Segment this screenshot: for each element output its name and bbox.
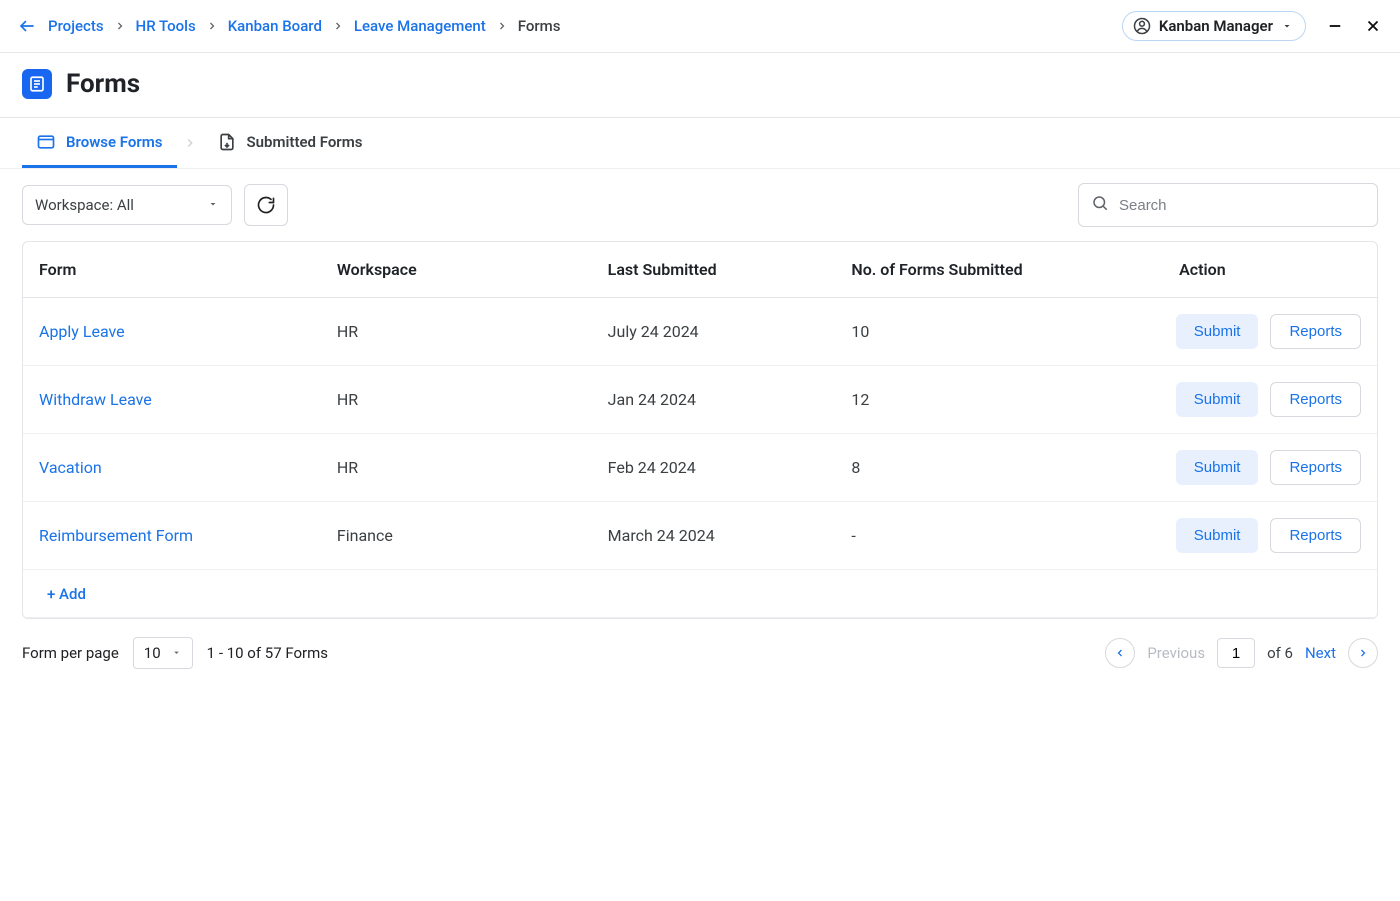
breadcrumb-hr-tools[interactable]: HR Tools	[136, 17, 196, 35]
cell-last-submitted: Jan 24 2024	[592, 366, 836, 434]
search-input[interactable]	[1119, 197, 1365, 214]
chevron-right-icon	[206, 20, 218, 32]
cell-count: 12	[835, 366, 1079, 434]
breadcrumb: Projects HR Tools Kanban Board Leave Man…	[18, 17, 560, 35]
breadcrumb-projects[interactable]: Projects	[48, 17, 104, 35]
page-input[interactable]	[1217, 638, 1255, 668]
chevron-right-icon	[177, 136, 203, 150]
range-text: 1 - 10 of 57 Forms	[207, 644, 328, 662]
tab-browse-forms[interactable]: Browse Forms	[22, 118, 177, 168]
tab-label: Submitted Forms	[247, 133, 363, 151]
submitted-icon	[217, 132, 237, 152]
breadcrumb-kanban-board[interactable]: Kanban Board	[228, 17, 322, 35]
tab-submitted-forms[interactable]: Submitted Forms	[203, 118, 377, 168]
chevron-right-icon	[332, 20, 344, 32]
submit-button[interactable]: Submit	[1176, 518, 1259, 553]
th-form: Form	[23, 242, 321, 298]
browse-icon	[36, 132, 56, 152]
table-row: Withdraw Leave HR Jan 24 2024 12 Submit …	[23, 366, 1377, 434]
caret-down-icon	[171, 644, 182, 662]
table-row: Vacation HR Feb 24 2024 8 Submit Reports	[23, 434, 1377, 502]
breadcrumb-leave-management[interactable]: Leave Management	[354, 17, 486, 35]
cell-count: -	[835, 502, 1079, 570]
page-size-value: 10	[144, 644, 161, 662]
user-icon	[1133, 17, 1151, 35]
prev-page-button[interactable]	[1105, 638, 1135, 668]
table-row: Reimbursement Form Finance March 24 2024…	[23, 502, 1377, 570]
cell-workspace: Finance	[321, 502, 592, 570]
tab-label: Browse Forms	[66, 133, 163, 151]
submit-button[interactable]: Submit	[1176, 314, 1259, 349]
form-link[interactable]: Reimbursement Form	[39, 526, 193, 545]
table-row: Apply Leave HR July 24 2024 10 Submit Re…	[23, 298, 1377, 366]
caret-down-icon	[207, 196, 219, 214]
th-action: Action	[1079, 242, 1377, 298]
cell-count: 10	[835, 298, 1079, 366]
close-button[interactable]	[1364, 17, 1382, 35]
workspace-filter-value: All	[117, 196, 134, 214]
cell-workspace: HR	[321, 366, 592, 434]
breadcrumb-current: Forms	[518, 17, 561, 35]
form-link[interactable]: Vacation	[39, 458, 102, 477]
th-workspace: Workspace	[321, 242, 592, 298]
page-size-select[interactable]: 10	[133, 637, 193, 669]
chevron-right-icon	[114, 20, 126, 32]
next-page-button[interactable]	[1348, 638, 1378, 668]
form-link[interactable]: Apply Leave	[39, 322, 125, 341]
refresh-button[interactable]	[244, 184, 288, 226]
search-box[interactable]	[1078, 183, 1378, 227]
user-menu[interactable]: Kanban Manager	[1122, 11, 1306, 41]
cell-workspace: HR	[321, 434, 592, 502]
per-page-label: Form per page	[22, 644, 119, 662]
search-icon	[1091, 194, 1109, 216]
chevron-right-icon	[496, 20, 508, 32]
cell-last-submitted: March 24 2024	[592, 502, 836, 570]
workspace-filter-label: Workspace:	[35, 196, 117, 214]
th-last-submitted: Last Submitted	[592, 242, 836, 298]
reports-button[interactable]: Reports	[1270, 382, 1361, 417]
form-link[interactable]: Withdraw Leave	[39, 390, 152, 409]
page-total: of 6	[1267, 644, 1293, 662]
cell-last-submitted: July 24 2024	[592, 298, 836, 366]
cell-count: 8	[835, 434, 1079, 502]
cell-last-submitted: Feb 24 2024	[592, 434, 836, 502]
caret-down-icon	[1281, 20, 1293, 32]
forms-app-icon	[22, 69, 52, 99]
page-title: Forms	[66, 69, 140, 99]
minimize-button[interactable]	[1326, 17, 1344, 35]
reports-button[interactable]: Reports	[1270, 314, 1361, 349]
workspace-filter[interactable]: Workspace: All	[22, 185, 232, 225]
next-page-link[interactable]: Next	[1305, 644, 1336, 662]
user-name: Kanban Manager	[1159, 17, 1273, 35]
reports-button[interactable]: Reports	[1270, 518, 1361, 553]
add-form-button[interactable]: + Add	[47, 585, 86, 603]
submit-button[interactable]: Submit	[1176, 450, 1259, 485]
th-num-submitted: No. of Forms Submitted	[835, 242, 1079, 298]
prev-page-link[interactable]: Previous	[1147, 644, 1205, 662]
cell-workspace: HR	[321, 298, 592, 366]
reports-button[interactable]: Reports	[1270, 450, 1361, 485]
submit-button[interactable]: Submit	[1176, 382, 1259, 417]
back-button[interactable]	[18, 17, 36, 35]
